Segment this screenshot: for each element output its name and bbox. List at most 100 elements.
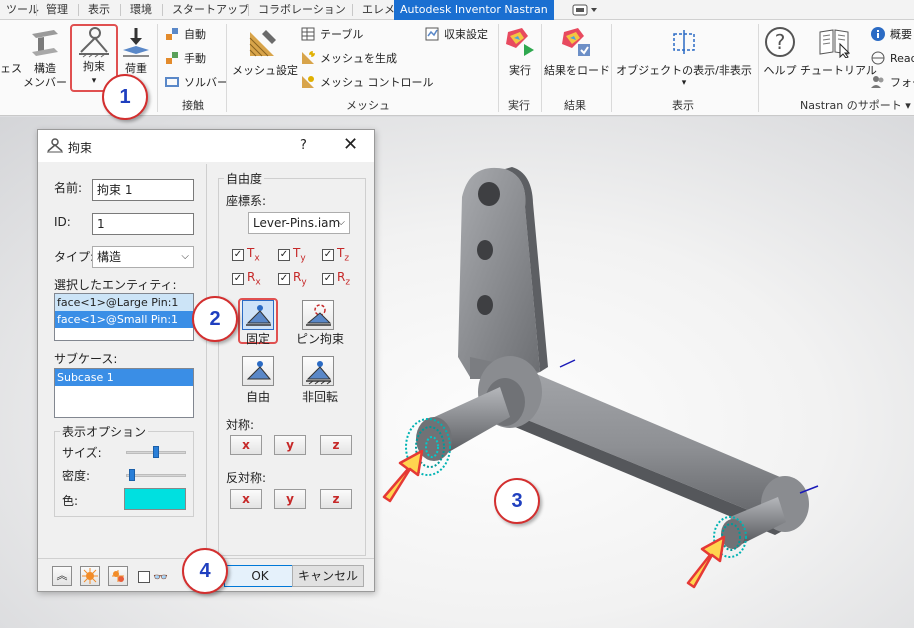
column-divider xyxy=(206,164,207,558)
convergence-settings-button[interactable]: 収束設定 xyxy=(424,24,488,44)
callout-3: 3 xyxy=(494,478,540,524)
dof-rx-checkbox[interactable]: ✓ Rx xyxy=(232,270,261,287)
dof-label: 自由度 xyxy=(224,170,265,187)
highlight-button[interactable] xyxy=(80,566,100,586)
dof-rz-checkbox[interactable]: ✓ Rz xyxy=(322,270,350,287)
svg-text:?: ? xyxy=(775,30,786,54)
table-button[interactable]: テーブル xyxy=(300,24,363,44)
dof-tx-checkbox[interactable]: ✓ Tx xyxy=(232,246,260,263)
symmetry-z-button[interactable]: z xyxy=(320,435,352,455)
checkbox-box: ✓ xyxy=(278,272,290,285)
tab-environment[interactable]: 環境 xyxy=(124,0,158,20)
ribbon-display-toggle[interactable] xyxy=(570,4,600,19)
type-value: 構造 xyxy=(97,250,122,264)
subcase-list[interactable]: Subcase 1 xyxy=(54,368,194,418)
mesh-control-button[interactable]: メッシュ コントロール xyxy=(300,72,434,92)
no-rotation-icon xyxy=(306,361,332,385)
size-slider-thumb[interactable] xyxy=(153,446,159,458)
id-field[interactable]: 1 xyxy=(92,213,194,235)
tab-manage[interactable]: 管理 xyxy=(40,0,74,20)
free-button[interactable] xyxy=(242,356,274,386)
mesh-settings-label: メッシュ設定 xyxy=(232,64,298,77)
color-swatch[interactable] xyxy=(124,488,186,510)
symmetry-y-button[interactable]: y xyxy=(274,435,306,455)
web-icon xyxy=(871,51,885,65)
auto-contact-button[interactable]: 自動 xyxy=(164,24,206,44)
overview-link[interactable]: 概要 xyxy=(870,24,912,44)
run-button[interactable]: 実行 xyxy=(502,24,538,94)
dof-ty-checkbox[interactable]: ✓ Ty xyxy=(278,246,306,263)
list-item[interactable]: Subcase 1 xyxy=(55,369,193,386)
symmetry-x-button[interactable]: x xyxy=(230,435,262,455)
list-item[interactable]: face<1>@Large Pin:1 xyxy=(55,294,193,311)
tab-tools[interactable]: ツール xyxy=(0,0,45,20)
callout-2: 2 xyxy=(192,296,238,342)
dof-ry-checkbox[interactable]: ✓ Ry xyxy=(278,270,307,287)
antisymmetry-label: 反対称: xyxy=(226,471,267,485)
id-label: ID: xyxy=(54,215,71,229)
name-field[interactable]: 拘束 1 xyxy=(92,179,194,201)
tab-collaboration[interactable]: コラボレーション xyxy=(252,0,352,20)
dof-tz-checkbox[interactable]: ✓ Tz xyxy=(322,246,349,263)
auto-contact-label: 自動 xyxy=(184,28,206,41)
structural-member-label: 構造 メンバー xyxy=(23,62,67,89)
load-results-button[interactable]: 結果をロード xyxy=(544,24,610,94)
load-results-icon xyxy=(562,28,590,56)
density-slider-thumb[interactable] xyxy=(128,469,135,481)
pin-constraint-button[interactable] xyxy=(302,300,334,330)
color-label: 色: xyxy=(62,494,79,508)
mesh-control-icon xyxy=(302,76,314,88)
forum-link[interactable]: フォー xyxy=(870,72,914,92)
type-select[interactable]: 構造 ⌵ xyxy=(92,246,194,268)
no-rotation-button[interactable] xyxy=(302,356,334,386)
chevron-down-icon: ⌵ xyxy=(337,217,345,228)
constraint-label: 拘束 xyxy=(83,60,105,73)
coordinate-system-select[interactable]: Lever-Pins.iam ⌵ xyxy=(248,212,350,234)
dialog-close-button[interactable]: ✕ xyxy=(343,134,358,155)
tab-startup[interactable]: スタートアップ xyxy=(166,0,255,20)
cancel-button[interactable]: キャンセル xyxy=(292,565,364,587)
fixed-button[interactable] xyxy=(242,300,274,330)
checkbox-box: ✓ xyxy=(322,272,334,285)
solver-contact-icon xyxy=(165,77,179,87)
selected-entities-list[interactable]: face<1>@Large Pin:1 face<1>@Small Pin:1 xyxy=(54,293,194,341)
tab-autodesk-inventor-nastran[interactable]: Autodesk Inventor Nastran xyxy=(394,0,554,20)
tutorial-button[interactable]: チュートリアル xyxy=(800,24,877,94)
antisymmetry-y-button[interactable]: y xyxy=(274,489,306,509)
tutorial-icon xyxy=(819,29,850,58)
density-slider[interactable] xyxy=(126,474,186,477)
pin-constraint-icon xyxy=(306,304,332,326)
preview-checkbox[interactable]: 👓 xyxy=(138,570,168,584)
arrow-large-pin-icon xyxy=(382,449,424,503)
antisymmetry-x-button[interactable]: x xyxy=(230,489,262,509)
dialog-help-button[interactable]: ? xyxy=(300,138,307,153)
structural-member-icon xyxy=(32,30,58,56)
list-item[interactable]: face<1>@Small Pin:1 xyxy=(55,311,193,328)
ok-button[interactable]: OK xyxy=(224,565,296,587)
structural-member-button[interactable]: 構造 メンバー xyxy=(22,24,68,94)
manual-contact-icon xyxy=(166,52,178,64)
solver-contact-button[interactable]: ソルバー xyxy=(164,72,228,92)
checkbox-box: ✓ xyxy=(322,248,334,261)
tutorial-label: チュートリアル xyxy=(800,64,877,77)
mesh-control-label: メッシュ コントロール xyxy=(320,76,434,89)
collapse-button[interactable]: ︽ xyxy=(52,566,72,586)
help-button[interactable]: ? ヘルプ xyxy=(762,24,798,94)
manual-contact-button[interactable]: 手動 xyxy=(164,48,206,68)
antisymmetry-z-button[interactable]: z xyxy=(320,489,352,509)
object-visibility-button[interactable]: オブジェクトの表示/非表示 ▾ xyxy=(614,24,754,94)
dialog-title-bar[interactable]: 拘束 ? ✕ xyxy=(38,130,374,162)
solver-contact-label: ソルバー xyxy=(184,76,228,89)
tab-view[interactable]: 表示 xyxy=(82,0,116,20)
readme-link[interactable]: Read xyxy=(870,48,914,68)
forum-label: フォー xyxy=(890,76,914,89)
checkbox-box: ✓ xyxy=(232,248,244,261)
generate-mesh-label: メッシュを生成 xyxy=(320,52,397,65)
manual-contact-label: 手動 xyxy=(184,52,206,65)
callout-4: 4 xyxy=(182,548,228,594)
highlight-all-button[interactable] xyxy=(108,566,128,586)
generate-mesh-button[interactable]: メッシュを生成 xyxy=(300,48,397,68)
free-label: 自由 xyxy=(245,390,270,404)
mesh-settings-button[interactable]: メッシュ設定 xyxy=(232,24,298,94)
coordinate-system-value: Lever-Pins.iam xyxy=(253,216,341,230)
